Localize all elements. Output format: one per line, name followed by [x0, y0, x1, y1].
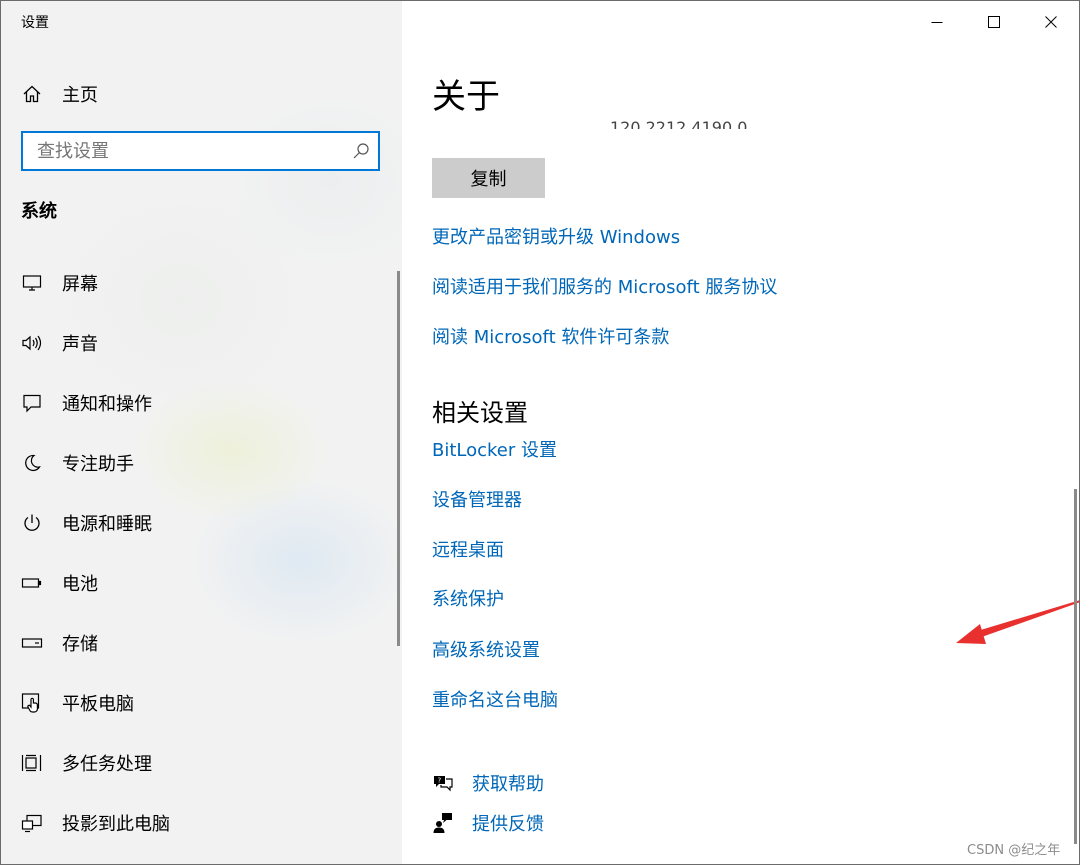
message-icon: [21, 392, 43, 414]
sidebar-item-home[interactable]: 主页: [21, 79, 98, 109]
feedback-icon: [432, 812, 454, 834]
section-title: 系统: [21, 201, 57, 222]
storage-icon: [21, 632, 43, 654]
remote-desktop-link[interactable]: 远程桌面: [432, 536, 504, 562]
sidebar-item-multitasking[interactable]: 多任务处理: [1, 733, 399, 793]
maximize-button[interactable]: [966, 1, 1022, 43]
battery-icon: [21, 572, 43, 594]
sidebar-item-label: 多任务处理: [62, 754, 152, 775]
main-content: 关于 120.2212.4190.0 复制 更改产品密钥或升级 Windows …: [402, 1, 1079, 864]
sidebar-item-label: 通知和操作: [62, 394, 152, 415]
sidebar-item-label: 主页: [62, 85, 98, 106]
maximize-icon: [988, 13, 1000, 32]
device-manager-link[interactable]: 设备管理器: [432, 486, 522, 512]
sidebar-item-label: 电池: [62, 574, 98, 595]
sidebar-item-label: 电源和睡眠: [62, 514, 152, 535]
red-arrow-annotation: [956, 600, 1079, 644]
monitor-icon: [21, 272, 43, 294]
moon-icon: [21, 452, 43, 474]
svg-text:?: ?: [438, 777, 442, 785]
home-icon: [21, 83, 43, 105]
search-input[interactable]: [23, 133, 337, 169]
minimize-icon: [931, 13, 943, 32]
sidebar-item-display[interactable]: 屏幕: [1, 253, 399, 313]
get-help-row[interactable]: ? 获取帮助: [432, 770, 544, 796]
multitask-icon: [21, 752, 43, 774]
system-protection-link[interactable]: 系统保护: [432, 585, 504, 611]
change-product-key-link[interactable]: 更改产品密钥或升级 Windows: [432, 223, 680, 249]
sidebar-item-power-sleep[interactable]: 电源和睡眠: [1, 493, 399, 553]
related-settings-title: 相关设置: [432, 399, 528, 427]
search-icon[interactable]: [352, 142, 370, 160]
sidebar-item-label: 专注助手: [62, 454, 134, 475]
sidebar-item-label: 存储: [62, 634, 98, 655]
sidebar-item-label: 屏幕: [62, 274, 98, 295]
sidebar-nav: 屏幕 声音 通知和操作 专注助手 电源和睡眠 电池 存储 平板电脑 多任务处理 …: [1, 253, 399, 853]
advanced-system-settings-link[interactable]: 高级系统设置: [432, 636, 540, 662]
power-icon: [21, 512, 43, 534]
license-terms-link[interactable]: 阅读 Microsoft 软件许可条款: [432, 323, 669, 349]
close-icon: [1045, 13, 1057, 32]
watermark: CSDN @纪之年: [967, 843, 1061, 858]
tablet-icon: [21, 692, 43, 714]
version-value: 120.2212.4190.0: [610, 118, 748, 129]
give-feedback-link[interactable]: 提供反馈: [472, 810, 544, 836]
service-agreement-link[interactable]: 阅读适用于我们服务的 Microsoft 服务协议: [432, 273, 777, 299]
project-icon: [21, 812, 43, 834]
settings-window: 设置 主页 系统 屏幕: [0, 0, 1080, 865]
rename-pc-link[interactable]: 重命名这台电脑: [432, 686, 558, 712]
sidebar: 设置 主页 系统 屏幕: [1, 1, 402, 864]
sidebar-item-tablet[interactable]: 平板电脑: [1, 673, 399, 733]
get-help-link[interactable]: 获取帮助: [472, 770, 544, 796]
sidebar-item-notifications[interactable]: 通知和操作: [1, 373, 399, 433]
search-box[interactable]: [21, 131, 380, 171]
window-title: 设置: [21, 15, 49, 31]
sidebar-item-storage[interactable]: 存储: [1, 613, 399, 673]
sidebar-item-label: 声音: [62, 334, 98, 355]
help-chat-icon: ?: [432, 772, 454, 794]
give-feedback-row[interactable]: 提供反馈: [432, 810, 544, 836]
page-title: 关于: [432, 77, 500, 117]
sidebar-item-sound[interactable]: 声音: [1, 313, 399, 373]
sidebar-item-battery[interactable]: 电池: [1, 553, 399, 613]
bitlocker-settings-link[interactable]: BitLocker 设置: [432, 436, 557, 462]
sidebar-scrollbar[interactable]: [397, 271, 400, 646]
sidebar-item-label: 平板电脑: [62, 694, 134, 715]
speaker-icon: [21, 332, 43, 354]
minimize-button[interactable]: [909, 1, 965, 43]
copy-button[interactable]: 复制: [432, 158, 545, 198]
close-button[interactable]: [1023, 1, 1079, 43]
sidebar-item-focus-assist[interactable]: 专注助手: [1, 433, 399, 493]
sidebar-item-project[interactable]: 投影到此电脑: [1, 793, 399, 853]
content-scrollbar[interactable]: [1074, 489, 1077, 844]
sidebar-item-label: 投影到此电脑: [62, 814, 170, 835]
